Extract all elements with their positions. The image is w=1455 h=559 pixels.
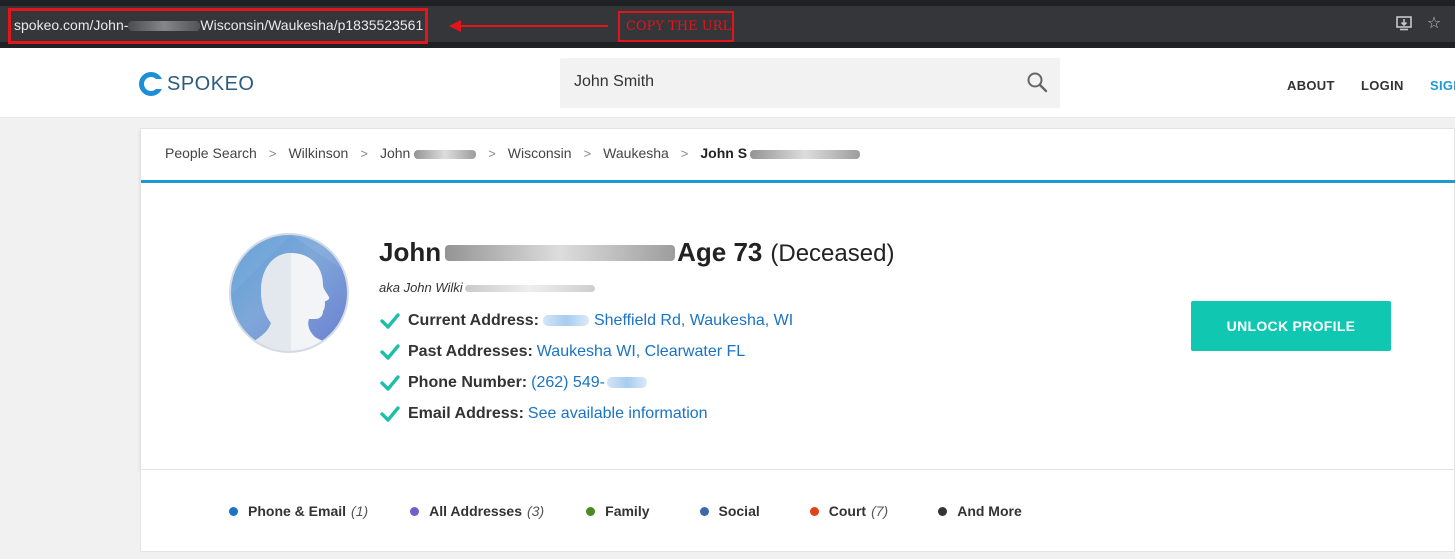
breadcrumb-fullname[interactable]: John [380, 145, 477, 161]
redacted-text [606, 377, 647, 388]
url-highlight-box [8, 8, 428, 44]
fact-phone-number: Phone Number: (262) 549- [379, 367, 793, 398]
site-header: SPOKEO ABOUT LOGIN SIGN [0, 48, 1455, 118]
logo-icon [139, 72, 163, 96]
nav-login[interactable]: LOGIN [1361, 78, 1404, 93]
aka-name: aka John Wilki [379, 280, 595, 295]
redacted-text [464, 285, 595, 293]
tab-family[interactable]: Family [586, 503, 650, 519]
nav-signup[interactable]: SIGN [1430, 78, 1455, 93]
fact-past-addresses: Past Addresses: Waukesha WI, Clearwater … [379, 336, 793, 367]
fact-email-address: Email Address: See available information [379, 398, 793, 429]
breadcrumb-people-search[interactable]: People Search [165, 145, 257, 161]
search-box [560, 58, 1060, 108]
search-icon[interactable] [1026, 71, 1048, 93]
dot-icon [586, 506, 596, 516]
tab-court[interactable]: Court (7) [809, 503, 888, 519]
redacted-text [414, 149, 477, 159]
tab-all-addresses[interactable]: All Addresses (3) [410, 503, 544, 519]
breadcrumb: People Search > Wilkinson > John > Wisco… [165, 145, 861, 161]
past-addresses-link[interactable]: Waukesha WI, Clearwater FL [537, 343, 745, 361]
spokeo-logo[interactable]: SPOKEO [139, 71, 254, 97]
dot-icon [229, 506, 238, 516]
redacted-text [542, 315, 589, 326]
fact-current-address: Current Address: Sheffield Rd, Waukesha,… [379, 305, 793, 336]
redacted-text [445, 245, 676, 261]
current-address-link[interactable]: Sheffield Rd, Waukesha, WI [594, 312, 793, 330]
checkmark-icon [380, 312, 400, 329]
email-address-link[interactable]: See available information [528, 405, 708, 423]
profile-name: John Age 73 (Deceased) [379, 237, 895, 267]
profile-card: People Search > Wilkinson > John > Wisco… [140, 128, 1455, 470]
chevron-right-icon: > [680, 145, 689, 161]
category-tabs-card: Phone & Email (1) All Addresses (3) Family… [140, 470, 1455, 552]
copy-url-annotation: COPY THE URL [618, 11, 734, 42]
profile-facts: Current Address: Sheffield Rd, Waukesha,… [379, 305, 793, 429]
category-tabs: Phone & Email (1) All Addresses (3) Family… [229, 503, 1022, 519]
phone-number-link[interactable]: (262) 549- [531, 374, 605, 392]
dot-icon [809, 506, 819, 516]
tab-social[interactable]: Social [699, 503, 760, 519]
dot-icon [410, 506, 420, 516]
chevron-right-icon: > [360, 145, 368, 161]
annotation-arrow [460, 25, 608, 27]
browser-toolbar: spokeo.com/John- Wisconsin/Waukesha/p1835… [0, 0, 1455, 48]
nav-about[interactable]: ABOUT [1287, 78, 1335, 93]
redacted-text [750, 149, 861, 159]
dot-icon [699, 506, 709, 516]
dot-icon [938, 506, 948, 516]
search-input[interactable] [574, 73, 1014, 91]
star-icon[interactable]: ☆ [1424, 14, 1444, 34]
chevron-right-icon: > [583, 145, 592, 161]
chevron-right-icon: > [488, 145, 496, 161]
avatar [229, 233, 349, 353]
breadcrumb-state[interactable]: Wisconsin [508, 145, 572, 161]
checkmark-icon [380, 405, 400, 422]
breadcrumb-current: John S [700, 145, 861, 161]
install-icon[interactable] [1394, 14, 1414, 34]
tab-phone-email[interactable]: Phone & Email (1) [229, 503, 368, 519]
checkmark-icon [380, 343, 400, 360]
checkmark-icon [380, 374, 400, 391]
divider [141, 180, 1455, 183]
breadcrumb-lastname[interactable]: Wilkinson [288, 145, 348, 161]
person-silhouette-icon [231, 235, 347, 351]
breadcrumb-city[interactable]: Waukesha [603, 145, 669, 161]
chevron-right-icon: > [268, 145, 277, 161]
unlock-profile-button[interactable]: UNLOCK PROFILE [1191, 301, 1391, 351]
tab-and-more[interactable]: And More [938, 503, 1022, 519]
